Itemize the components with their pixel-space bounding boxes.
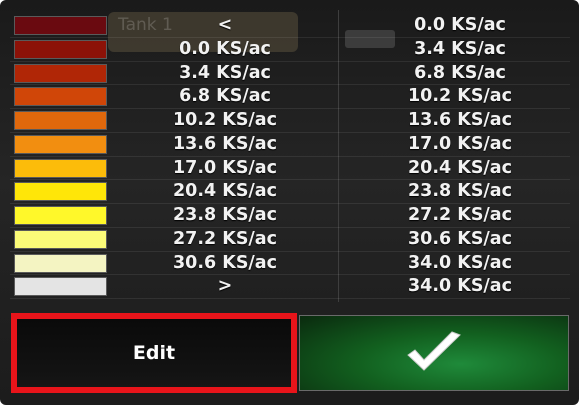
range-to: 27.2 KS/ac (407, 205, 512, 225)
range-from: 17.0 KS/ac (172, 157, 277, 178)
range-to: 13.6 KS/ac (407, 110, 512, 130)
range-to: 10.2 KS/ac (407, 86, 512, 107)
legend-row: >34.0 KS/ac (10, 275, 570, 299)
edit-button-label: Edit (132, 342, 176, 364)
color-swatch (14, 158, 107, 178)
range-from: > (217, 276, 233, 297)
legend-row: 0.0 KS/ac 3.4 KS/ac (10, 38, 570, 62)
legend-row: 30.6 KS/ac 34.0 KS/ac (10, 252, 570, 276)
range-to: 17.0 KS/ac (407, 133, 512, 154)
range-from: 0.0 KS/ac (179, 38, 271, 59)
range-from: 3.4 KS/ac (179, 62, 271, 83)
color-swatch (14, 87, 107, 107)
legend-dialog: Tank 1 <0.0 KS/ac 0.0 KS/ac 3.4 KS/ac 3.4 K… (0, 0, 579, 405)
range-to: 23.8 KS/ac (407, 181, 512, 202)
range-to: 34.0 KS/ac (407, 252, 512, 273)
range-from: 27.2 KS/ac (172, 228, 277, 249)
range-from: 6.8 KS/ac (179, 86, 271, 107)
legend-row: 27.2 KS/ac 30.6 KS/ac (10, 228, 570, 252)
range-to: 30.6 KS/ac (407, 228, 512, 249)
legend-row: 23.8 KS/ac 27.2 KS/ac (10, 204, 570, 228)
legend-row: 20.4 KS/ac 23.8 KS/ac (10, 180, 570, 204)
color-swatch (14, 229, 107, 249)
confirm-button[interactable] (299, 315, 569, 391)
range-from: 10.2 KS/ac (172, 110, 277, 130)
button-bar: Edit (0, 311, 579, 393)
color-swatch (14, 182, 107, 202)
checkmark-icon (404, 330, 464, 376)
legend-row: 17.0 KS/ac 20.4 KS/ac (10, 157, 570, 181)
range-from: 20.4 KS/ac (172, 181, 277, 202)
range-to: 3.4 KS/ac (414, 38, 506, 59)
color-swatch (14, 16, 107, 35)
color-swatch (14, 134, 107, 154)
legend-row: <0.0 KS/ac (10, 14, 570, 38)
legend-row: 3.4 KS/ac 6.8 KS/ac (10, 62, 570, 86)
range-to: 34.0 KS/ac (407, 276, 512, 297)
edit-button[interactable]: Edit (11, 313, 297, 393)
range-from: 23.8 KS/ac (172, 205, 277, 225)
color-swatch (14, 39, 107, 59)
legend-table: <0.0 KS/ac 0.0 KS/ac 3.4 KS/ac 3.4 KS/ac 6.8… (10, 14, 570, 299)
legend-row: 10.2 KS/ac 13.6 KS/ac (10, 109, 570, 133)
color-swatch (14, 111, 107, 130)
range-from: 30.6 KS/ac (172, 252, 277, 273)
range-to: 0.0 KS/ac (414, 15, 506, 35)
color-swatch (14, 277, 107, 297)
range-from: 13.6 KS/ac (172, 133, 277, 154)
range-to: 6.8 KS/ac (414, 62, 506, 83)
range-from: < (217, 15, 233, 35)
color-swatch (14, 253, 107, 273)
color-swatch (14, 63, 107, 83)
legend-row: 6.8 KS/ac 10.2 KS/ac (10, 85, 570, 109)
legend-row: 13.6 KS/ac 17.0 KS/ac (10, 133, 570, 157)
color-swatch (14, 206, 107, 225)
range-to: 20.4 KS/ac (407, 157, 512, 178)
